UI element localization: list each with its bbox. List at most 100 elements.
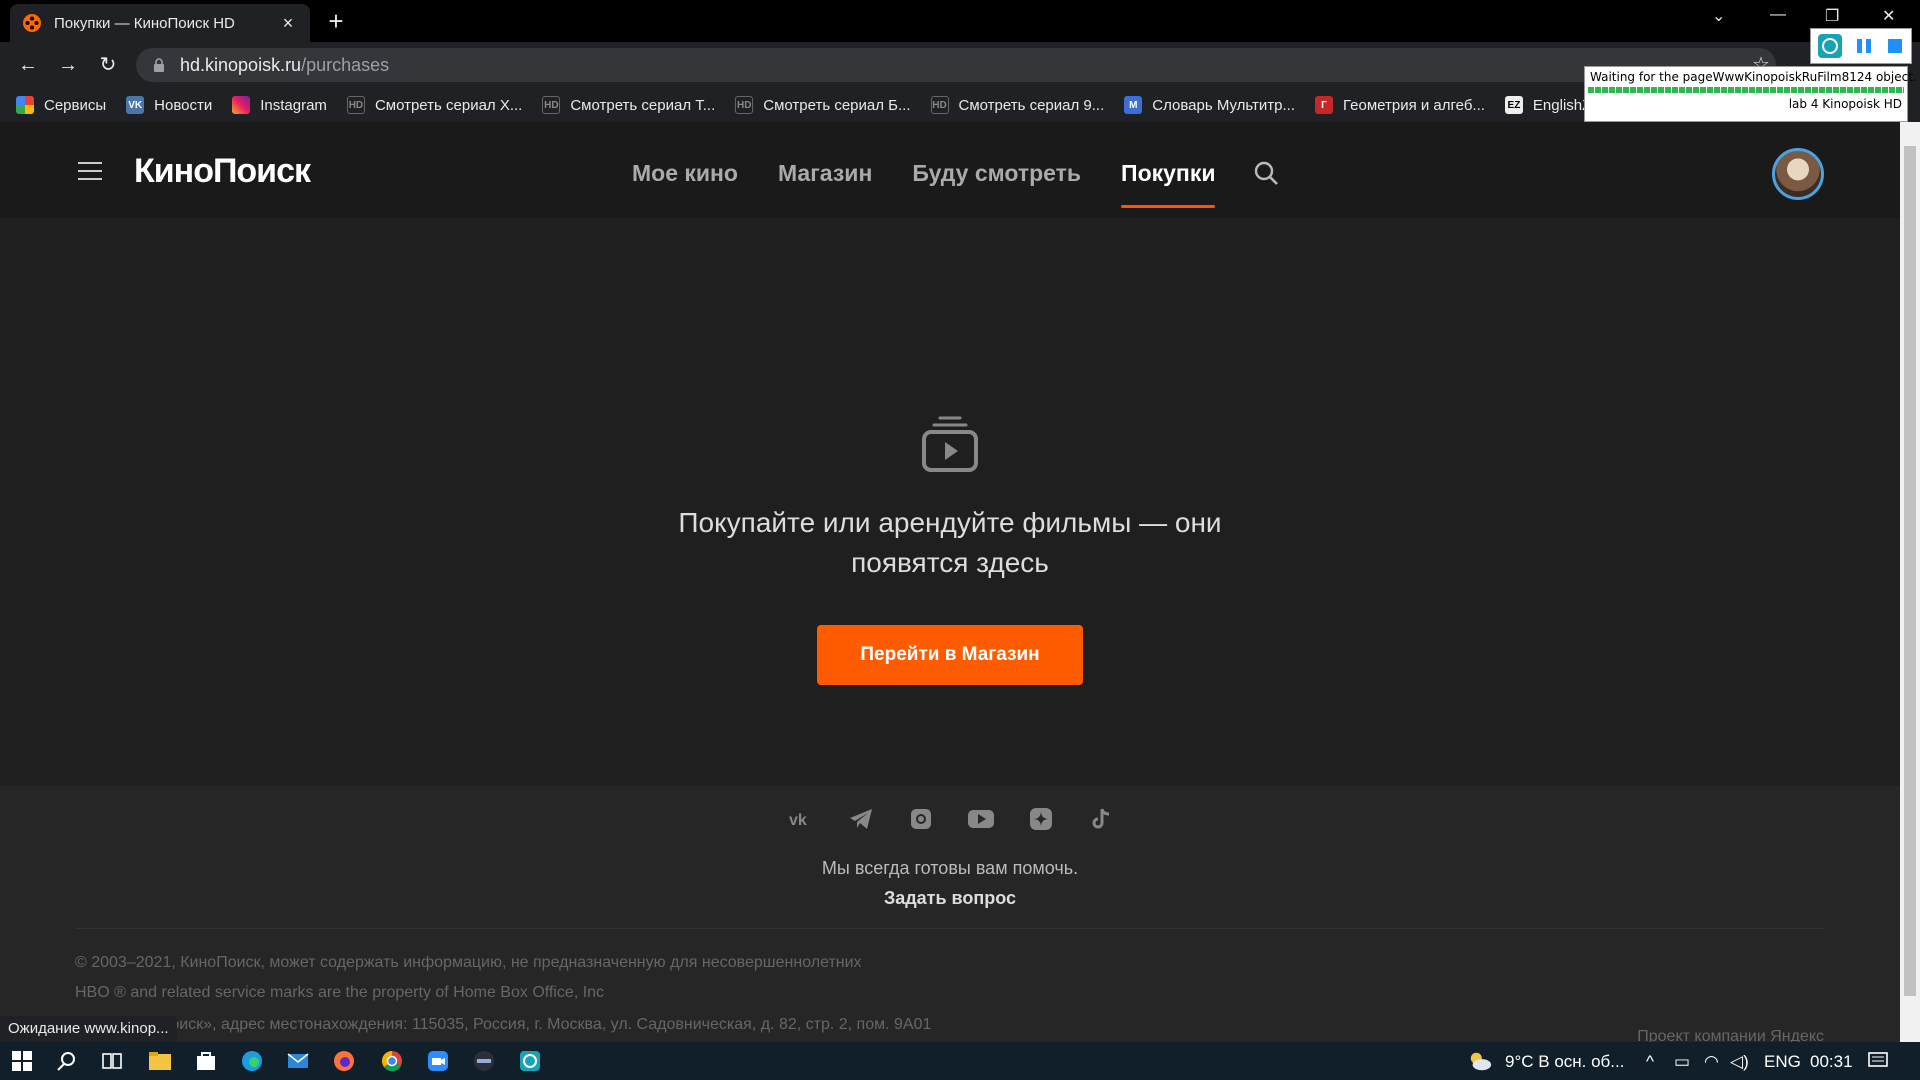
hbo-notice: HBO ® and related service marks are the … bbox=[75, 984, 605, 1001]
address-bar[interactable]: hd.kinopoisk.ru/purchases bbox=[136, 48, 1776, 82]
mail-icon[interactable] bbox=[286, 1049, 310, 1073]
url-path: /purchases bbox=[301, 54, 390, 75]
vk-icon[interactable]: vk bbox=[786, 804, 816, 834]
battery-icon[interactable]: ▭ bbox=[1674, 1052, 1690, 1072]
book-icon: Г bbox=[1315, 96, 1334, 114]
site-footer: vk Мы всегда готовы вам помочь. Задать в… bbox=[0, 786, 1900, 1042]
browser-tab[interactable]: Покупки — КиноПоиск HD × bbox=[10, 4, 310, 42]
volume-icon[interactable]: ◁) bbox=[1730, 1052, 1749, 1072]
search-icon[interactable] bbox=[1253, 160, 1279, 186]
bookmark-instagram[interactable]: Instagram bbox=[232, 96, 327, 114]
search-icon[interactable] bbox=[55, 1049, 79, 1073]
firefox-icon[interactable] bbox=[332, 1049, 356, 1073]
yandex-zen-icon[interactable] bbox=[1026, 804, 1056, 834]
zoom-icon[interactable] bbox=[426, 1049, 450, 1073]
store-icon[interactable] bbox=[194, 1049, 218, 1073]
browser-titlebar: Покупки — КиноПоиск HD × + ⌄ — ❐ ✕ bbox=[0, 0, 1920, 42]
ask-question-link[interactable]: Задать вопрос bbox=[0, 888, 1900, 909]
nav-store[interactable]: Магазин bbox=[778, 160, 872, 208]
hd-icon: HD bbox=[930, 96, 949, 114]
url-host: hd.kinopoisk.ru bbox=[180, 54, 302, 75]
site-header: КиноПоиск Мое кино Магазин Буду смотреть… bbox=[0, 122, 1900, 218]
language-indicator[interactable]: ENG bbox=[1764, 1052, 1801, 1072]
nav-my-movies[interactable]: Мое кино bbox=[632, 160, 738, 208]
bookmark-geometry[interactable]: Г Геометрия и алгеб... bbox=[1315, 96, 1485, 114]
bookmark-news[interactable]: VK Новости bbox=[126, 96, 212, 114]
tiktok-icon[interactable] bbox=[1086, 804, 1116, 834]
edge-icon[interactable] bbox=[240, 1049, 264, 1073]
pause-icon[interactable] bbox=[1854, 36, 1874, 56]
minimize-button[interactable]: — bbox=[1770, 6, 1786, 24]
weather-icon[interactable] bbox=[1468, 1049, 1492, 1073]
loading-status: Ожидание www.kinop... bbox=[0, 1016, 177, 1042]
kinopoisk-favicon bbox=[23, 14, 41, 32]
vk-icon: VK bbox=[126, 96, 145, 114]
user-avatar[interactable] bbox=[1772, 148, 1824, 200]
tray-chevron-icon[interactable]: ^ bbox=[1646, 1052, 1654, 1072]
menu-icon[interactable] bbox=[78, 162, 102, 180]
wifi-icon[interactable]: ◠ bbox=[1704, 1052, 1719, 1072]
automation-status-popup: Waiting for the pageWwwKinopoiskRuFilm81… bbox=[1584, 66, 1917, 122]
automation-app-icon[interactable] bbox=[518, 1049, 542, 1073]
close-window-button[interactable]: ✕ bbox=[1882, 6, 1895, 26]
chrome-icon[interactable] bbox=[380, 1049, 404, 1073]
bookmark-series-2[interactable]: HD Смотреть сериал Т... bbox=[542, 96, 715, 114]
hd-icon: HD bbox=[542, 96, 561, 114]
windows-taskbar: 9°C В осн. об... ^ ▭ ◠ ◁) ENG 00:31 bbox=[0, 1042, 1920, 1080]
lock-icon bbox=[154, 58, 164, 72]
tab-title: Покупки — КиноПоиск HD bbox=[54, 14, 235, 32]
main-nav: Мое кино Магазин Буду смотреть Покупки bbox=[632, 160, 1255, 208]
bookmark-englishz[interactable]: EZ EnglishZ bbox=[1504, 96, 1591, 114]
automation-subtitle: lab 4 Kinopoisk HD bbox=[1788, 97, 1902, 111]
instagram-icon bbox=[232, 96, 251, 114]
hd-icon: HD bbox=[346, 96, 365, 114]
bookmark-series-1[interactable]: HD Смотреть сериал Х... bbox=[346, 96, 522, 114]
page-scrollbar[interactable] bbox=[1900, 122, 1920, 1042]
telegram-icon[interactable] bbox=[846, 804, 876, 834]
empty-purchases: Покупайте или арендуйте фильмы — они поя… bbox=[0, 412, 1900, 685]
bookmark-services[interactable]: Сервисы bbox=[16, 96, 106, 114]
help-text: Мы всегда готовы вам помочь. bbox=[821, 858, 1079, 878]
company-address: ООО «Кинопоиск», адрес местонахождения: … bbox=[75, 1016, 932, 1033]
windows-start-icon[interactable] bbox=[10, 1049, 34, 1073]
bookmark-series-3[interactable]: HD Смотреть сериал Б... bbox=[735, 96, 911, 114]
kinopoisk-logo[interactable]: КиноПоиск bbox=[134, 152, 311, 191]
forward-button[interactable]: → bbox=[54, 51, 82, 79]
scrollbar-thumb[interactable] bbox=[1904, 146, 1916, 996]
page-content: КиноПоиск Мое кино Магазин Буду смотреть… bbox=[0, 122, 1900, 1042]
multitran-icon: M bbox=[1124, 96, 1143, 114]
nav-purchases[interactable]: Покупки bbox=[1121, 160, 1216, 208]
restore-button[interactable]: ❐ bbox=[1825, 6, 1839, 26]
automation-extension-icon[interactable] bbox=[1817, 33, 1843, 59]
file-explorer-icon[interactable] bbox=[148, 1049, 172, 1073]
svg-text:vk: vk bbox=[789, 812, 807, 828]
task-view-icon[interactable] bbox=[100, 1049, 124, 1073]
app-icon[interactable] bbox=[472, 1049, 496, 1073]
new-tab-button[interactable]: + bbox=[322, 8, 350, 36]
automation-message: Waiting for the pageWwwKinopoiskRuFilm81… bbox=[1590, 70, 1917, 84]
instagram-icon[interactable] bbox=[906, 804, 936, 834]
go-to-store-button[interactable]: Перейти в Магазин bbox=[817, 625, 1083, 685]
yandex-project-link[interactable]: Проект компании Яндекс bbox=[1637, 1028, 1824, 1042]
weather-text[interactable]: 9°C В осн. об... bbox=[1505, 1052, 1624, 1072]
hd-icon: HD bbox=[735, 96, 754, 114]
empty-message-line2: появятся здесь bbox=[851, 547, 1049, 578]
bookmark-series-4[interactable]: HD Смотреть сериал 9... bbox=[930, 96, 1104, 114]
ez-icon: EZ bbox=[1504, 96, 1523, 114]
social-links: vk bbox=[786, 804, 1116, 834]
empty-message: Покупайте или арендуйте фильмы — они поя… bbox=[650, 503, 1250, 583]
close-tab-icon[interactable]: × bbox=[278, 13, 298, 33]
bookmark-multitran[interactable]: M Словарь Мультитр... bbox=[1124, 96, 1295, 114]
clock[interactable]: 00:31 bbox=[1810, 1052, 1853, 1072]
footer-divider bbox=[75, 928, 1825, 929]
stop-icon[interactable] bbox=[1885, 36, 1905, 56]
apps-grid-icon bbox=[16, 96, 34, 114]
nav-watchlist[interactable]: Буду смотреть bbox=[912, 160, 1081, 208]
youtube-icon[interactable] bbox=[966, 804, 996, 834]
reload-button[interactable]: ↻ bbox=[94, 51, 122, 79]
back-button[interactable]: ← bbox=[14, 51, 42, 79]
notifications-icon[interactable] bbox=[1866, 1049, 1890, 1073]
copyright-text: © 2003–2021, КиноПоиск, может содержать … bbox=[75, 954, 862, 971]
tab-search-icon[interactable]: ⌄ bbox=[1712, 6, 1725, 26]
video-stack-icon bbox=[922, 416, 978, 472]
